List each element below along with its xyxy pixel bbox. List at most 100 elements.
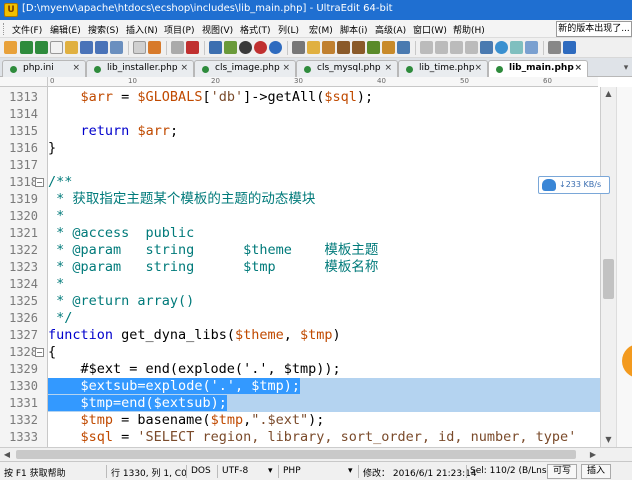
- tab-list-dropdown-icon[interactable]: ▾: [620, 60, 632, 76]
- tab-close-icon[interactable]: ×: [282, 63, 290, 73]
- status-writable[interactable]: 可写: [547, 464, 577, 479]
- menu-format[interactable]: 格式(T): [240, 23, 271, 36]
- code-line[interactable]: $sql = 'SELECT region, library, sort_ord…: [48, 429, 600, 446]
- column-mode-icon[interactable]: [186, 41, 199, 54]
- tab-php-ini[interactable]: php.ini ×: [2, 60, 86, 77]
- split-window-icon[interactable]: [510, 41, 523, 54]
- bookmark-icon[interactable]: [397, 41, 410, 54]
- status-line-ending[interactable]: DOS: [191, 466, 211, 476]
- code-line[interactable]: #$ext = end(explode('.', $tmp));: [48, 361, 600, 378]
- tab-cls-mysql[interactable]: cls_mysql.php ×: [296, 60, 398, 77]
- print-preview-icon[interactable]: [148, 41, 161, 54]
- back-arrow-icon[interactable]: [20, 41, 33, 54]
- code-line[interactable]: */: [48, 310, 600, 327]
- menu-macro[interactable]: 宏(M): [309, 23, 333, 36]
- menu-help[interactable]: 帮助(H): [453, 23, 485, 36]
- tab-close-icon[interactable]: ×: [72, 63, 80, 73]
- tab-cls-image[interactable]: cls_image.php ×: [194, 60, 296, 77]
- copy-icon[interactable]: [307, 41, 320, 54]
- help-icon[interactable]: [563, 41, 576, 54]
- menu-edit[interactable]: 编辑(E): [50, 23, 81, 36]
- undo-icon[interactable]: [337, 41, 350, 54]
- horizontal-scrollbar[interactable]: ◀ ▶: [0, 447, 632, 461]
- code-line[interactable]: * 获取指定主题某个模板的主题的动态模块: [48, 191, 600, 208]
- code-line[interactable]: [48, 157, 600, 174]
- code-line[interactable]: $tmp = basename($tmp,".$ext");: [48, 412, 600, 429]
- fold-toggle-icon[interactable]: −: [35, 178, 44, 187]
- stop-icon[interactable]: [254, 41, 267, 54]
- code-line[interactable]: * @param string $tmp 模板名称: [48, 259, 600, 276]
- code-line[interactable]: $arr = $GLOBALS['db']->getAll($sql);: [48, 89, 600, 106]
- tab-close-icon[interactable]: ×: [384, 63, 392, 73]
- scrollbar-thumb[interactable]: [603, 259, 614, 299]
- code-line[interactable]: {: [48, 344, 600, 361]
- status-insert-mode[interactable]: 插入: [581, 464, 611, 479]
- tile-horizontal-icon[interactable]: [420, 41, 433, 54]
- menu-window[interactable]: 窗口(W): [413, 23, 447, 36]
- scroll-right-icon[interactable]: ▶: [586, 448, 600, 461]
- chevron-down-icon[interactable]: ▾: [348, 466, 353, 476]
- scroll-down-icon[interactable]: ▼: [601, 433, 616, 447]
- code-line[interactable]: $tmp=end($extsub);: [48, 395, 600, 412]
- code-line[interactable]: return $arr;: [48, 123, 600, 140]
- hex-mode-icon[interactable]: [209, 41, 222, 54]
- status-encoding[interactable]: UTF-8: [222, 466, 248, 476]
- menu-view[interactable]: 视图(V): [202, 23, 233, 36]
- menu-search[interactable]: 搜索(S): [88, 23, 119, 36]
- status-language[interactable]: PHP: [283, 466, 301, 476]
- status-cursor-position[interactable]: 行 1330, 列 1, C0: [111, 466, 187, 479]
- scroll-left-icon[interactable]: ◀: [0, 448, 14, 461]
- list-view-icon[interactable]: [465, 41, 478, 54]
- code-line[interactable]: *: [48, 208, 600, 225]
- code-line[interactable]: $extsub=explode('.', $tmp);: [48, 378, 600, 395]
- wrap-icon[interactable]: [171, 41, 184, 54]
- code-line[interactable]: function get_dyna_libs($theme, $tmp): [48, 327, 600, 344]
- menu-script[interactable]: 脚本(i): [340, 23, 368, 36]
- help-topics-icon[interactable]: [480, 41, 493, 54]
- menu-advanced[interactable]: 高级(A): [375, 23, 406, 36]
- tab-close-icon[interactable]: ×: [474, 63, 482, 73]
- cascade-icon[interactable]: [450, 41, 463, 54]
- print-icon[interactable]: [133, 41, 146, 54]
- tab-lib-main[interactable]: lib_main.php ×: [488, 60, 588, 78]
- redo-icon[interactable]: [352, 41, 365, 54]
- tab-close-icon[interactable]: ×: [574, 63, 582, 73]
- fold-toggle-icon[interactable]: −: [35, 348, 44, 357]
- scroll-up-icon[interactable]: ▲: [601, 87, 616, 101]
- save-all-icon[interactable]: [95, 41, 108, 54]
- replace-icon[interactable]: [382, 41, 395, 54]
- chevron-down-icon[interactable]: ▾: [268, 466, 273, 476]
- close-file-icon[interactable]: [110, 41, 123, 54]
- compare-icon[interactable]: [525, 41, 538, 54]
- open-folder-icon[interactable]: [65, 41, 78, 54]
- spell-check-icon[interactable]: [239, 41, 252, 54]
- tab-close-icon[interactable]: ×: [180, 63, 188, 73]
- code-line[interactable]: *: [48, 276, 600, 293]
- forward-arrow-icon[interactable]: [35, 41, 48, 54]
- ftp-icon[interactable]: [224, 41, 237, 54]
- vertical-scrollbar[interactable]: ▲ ▼: [600, 87, 616, 447]
- about-icon[interactable]: [495, 41, 508, 54]
- code-line[interactable]: * @return array(): [48, 293, 600, 310]
- code-line[interactable]: * @param string $theme 模板主题: [48, 242, 600, 259]
- tab-lib-time[interactable]: lib_time.php ×: [398, 60, 488, 77]
- menu-project[interactable]: 项目(P): [164, 23, 194, 36]
- menu-column[interactable]: 列(L): [278, 23, 299, 36]
- code-editor[interactable]: $arr = $GLOBALS['db']->getAll($sql); ret…: [48, 87, 600, 447]
- cut-icon[interactable]: [292, 41, 305, 54]
- customize-icon[interactable]: [548, 41, 561, 54]
- tab-lib-installer[interactable]: lib_installer.php ×: [86, 60, 194, 77]
- paste-icon[interactable]: [322, 41, 335, 54]
- code-line[interactable]: [48, 106, 600, 123]
- tile-vertical-icon[interactable]: [435, 41, 448, 54]
- network-speed-widget[interactable]: ↓233 KB/s: [538, 176, 610, 194]
- code-line[interactable]: * @access public: [48, 225, 600, 242]
- new-version-button[interactable]: 新的版本出现了...: [556, 21, 632, 37]
- new-file-icon[interactable]: [50, 41, 63, 54]
- save-icon[interactable]: [80, 41, 93, 54]
- code-line[interactable]: }: [48, 140, 600, 157]
- menu-file[interactable]: 文件(F): [12, 23, 42, 36]
- code-line[interactable]: /**: [48, 174, 600, 191]
- find-icon[interactable]: [367, 41, 380, 54]
- find-in-files-icon[interactable]: [269, 41, 282, 54]
